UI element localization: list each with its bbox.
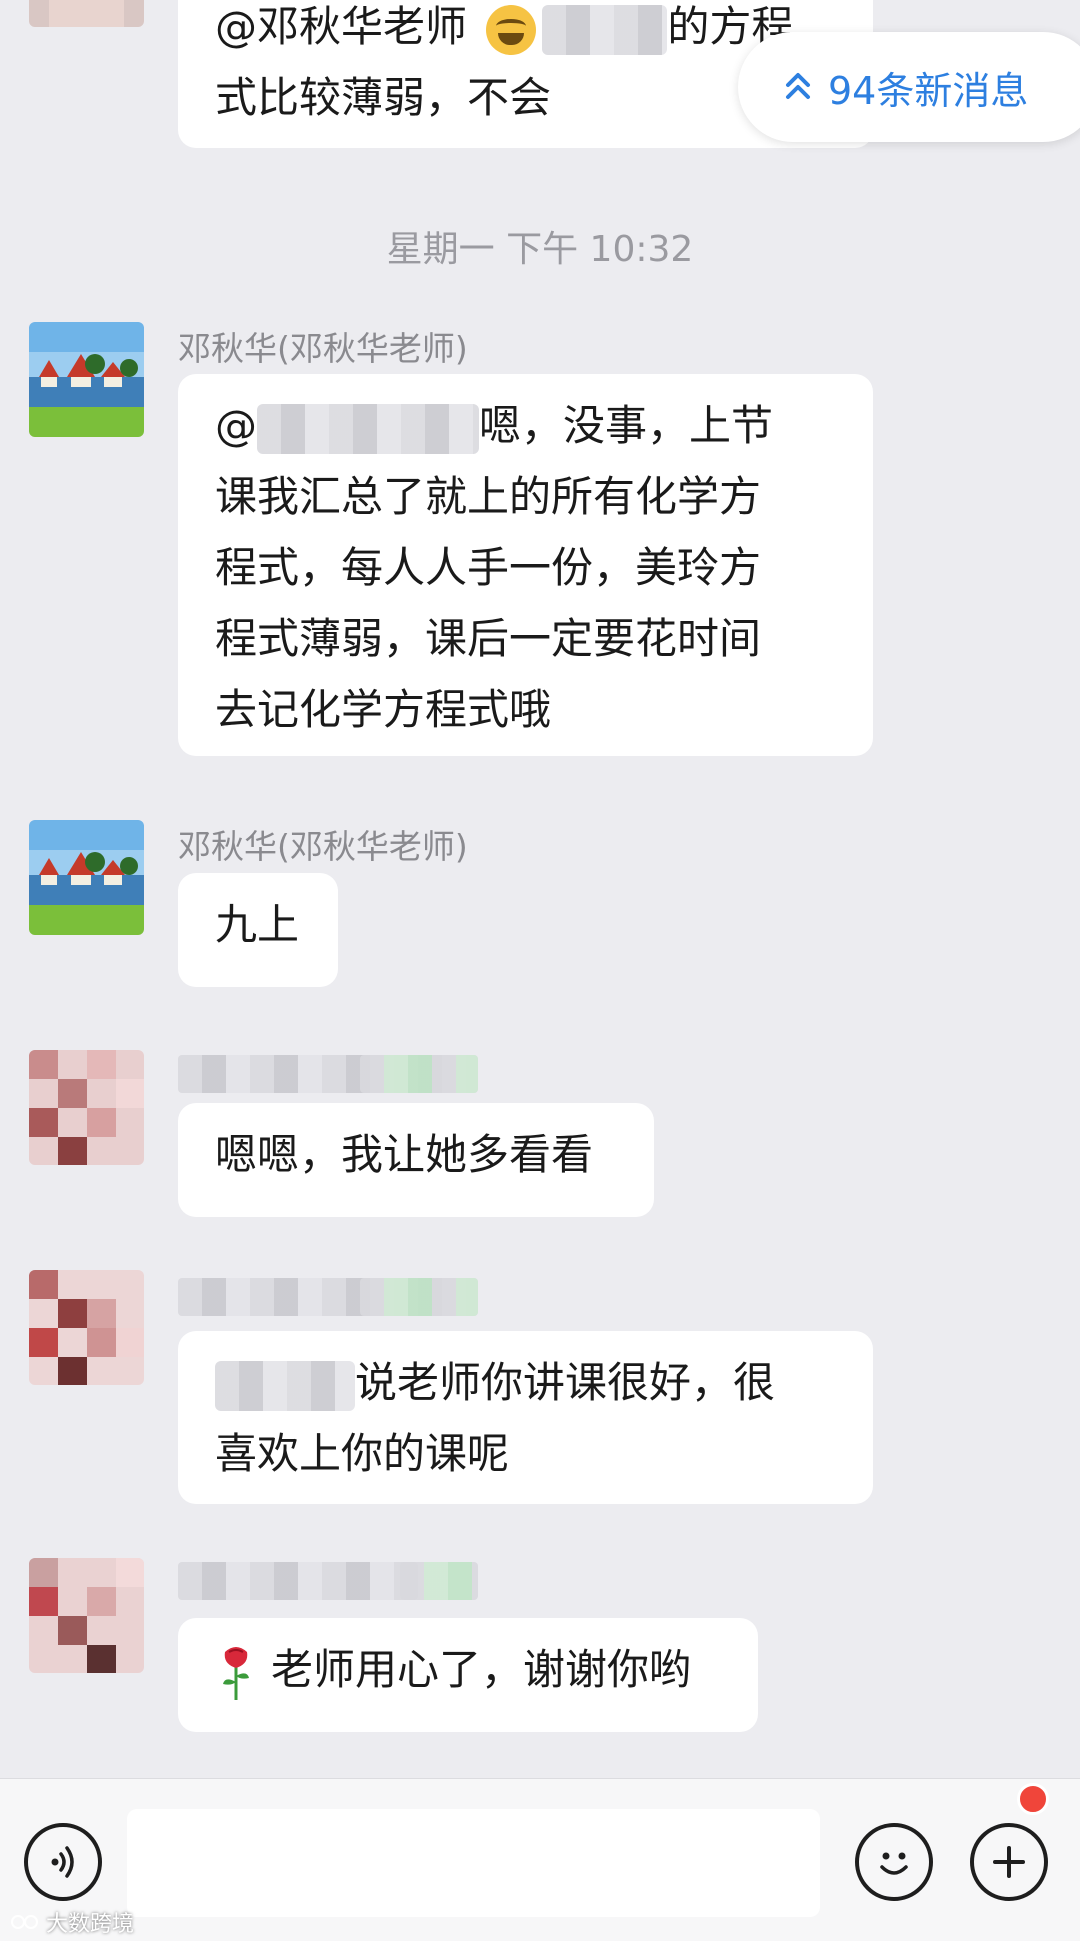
message-text: 九上 bbox=[215, 900, 300, 949]
message-bubble[interactable]: 嗯嗯，我让她多看看 bbox=[178, 1103, 654, 1217]
sender-name: 邓秋华(邓秋华老师) bbox=[178, 827, 468, 866]
message-bubble[interactable]: 说老师你讲课很好，很 喜欢上你的课呢 bbox=[178, 1331, 873, 1504]
message-bubble[interactable]: 九上 bbox=[178, 873, 338, 987]
message-text: 说老师你讲课很好，很 bbox=[355, 1358, 776, 1407]
watermark-logo-icon bbox=[11, 1915, 38, 1929]
timestamp: 星期一 下午 10:32 bbox=[386, 229, 694, 270]
double-chevron-up-icon bbox=[786, 73, 810, 99]
avatar[interactable] bbox=[29, 820, 144, 935]
message-bubble[interactable]: @ 嗯，没事，上节 课我汇总了就上的所有化学方 程式，每人人手一份，美玲方 程式薄… bbox=[178, 374, 873, 756]
message-text: 课我汇总了就上的所有化学方 bbox=[215, 472, 762, 521]
message-text: 程式薄弱，课后一定要花时间 bbox=[215, 614, 762, 663]
message-text: 程式，每人人手一份，美玲方 bbox=[215, 543, 762, 592]
chat-message-list[interactable]: @邓秋华老师 的方程 式比较薄弱，不会 94条新消息 星期一 下午 10:32 bbox=[0, 0, 1080, 1778]
avatar[interactable] bbox=[29, 322, 144, 437]
watermark-text: 大数跨境 bbox=[46, 1912, 135, 1937]
redacted-sender-name bbox=[400, 1562, 478, 1600]
message-text: 老师用心了，谢谢你哟 bbox=[271, 1645, 692, 1694]
new-messages-button[interactable]: 94条新消息 bbox=[738, 32, 1080, 142]
voice-button[interactable] bbox=[24, 1823, 102, 1901]
redacted-text bbox=[257, 403, 479, 454]
message-text: @邓秋华老师 bbox=[215, 2, 481, 51]
message-input[interactable] bbox=[127, 1809, 820, 1917]
message-text: @ bbox=[215, 401, 257, 450]
emoji-button[interactable] bbox=[855, 1823, 933, 1901]
rose-emoji-icon bbox=[223, 1646, 249, 1700]
notification-dot bbox=[1017, 1783, 1049, 1815]
redacted-text bbox=[215, 1360, 355, 1411]
plus-icon bbox=[993, 1846, 1025, 1878]
smiley-face-icon bbox=[880, 1852, 908, 1875]
redacted-sender-name bbox=[360, 1278, 478, 1316]
redacted-sender-name bbox=[360, 1055, 478, 1093]
more-button[interactable] bbox=[970, 1823, 1048, 1901]
redacted-sender-name bbox=[178, 1562, 418, 1600]
message-bubble[interactable]: 老师用心了，谢谢你哟 bbox=[178, 1618, 758, 1732]
laughing-face-emoji-icon bbox=[486, 4, 537, 55]
avatar[interactable] bbox=[29, 1558, 144, 1673]
watermark: 大数跨境 bbox=[10, 1906, 134, 1938]
message-text: 喜欢上你的课呢 bbox=[215, 1429, 510, 1478]
avatar[interactable] bbox=[29, 0, 144, 27]
input-bar bbox=[0, 1778, 1080, 1941]
voice-wave-icon bbox=[51, 1846, 74, 1878]
message-text: 嗯，没事，上节 bbox=[479, 401, 774, 450]
new-messages-label: 94条新消息 bbox=[828, 68, 1029, 113]
avatar[interactable] bbox=[29, 1270, 144, 1385]
avatar[interactable] bbox=[29, 1050, 144, 1165]
message-text: 去记化学方程式哦 bbox=[215, 685, 552, 734]
sender-name: 邓秋华(邓秋华老师) bbox=[178, 329, 468, 368]
redacted-text bbox=[542, 4, 668, 55]
message-text: 嗯嗯，我让她多看看 bbox=[215, 1130, 594, 1179]
